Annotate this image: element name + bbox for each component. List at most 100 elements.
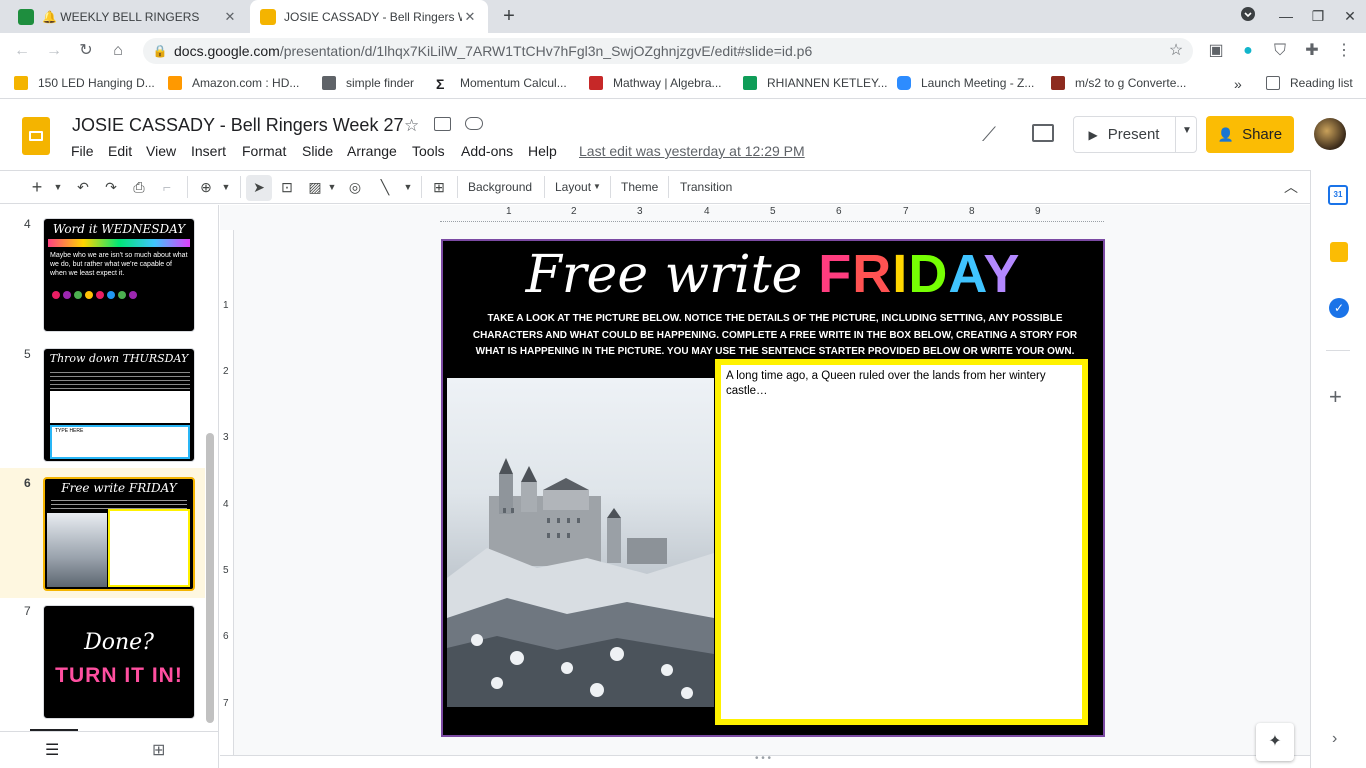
- castle-photo[interactable]: [447, 378, 714, 707]
- background-button[interactable]: Background: [468, 180, 532, 194]
- calendar-icon[interactable]: 31: [1328, 185, 1348, 205]
- line-dropdown-icon[interactable]: ▼: [402, 178, 414, 196]
- bookmark-star-icon[interactable]: ☆: [1166, 41, 1186, 61]
- menu-edit[interactable]: Edit: [108, 143, 132, 159]
- menu-tools[interactable]: Tools: [412, 143, 445, 159]
- filmstrip-scrollbar[interactable]: [206, 433, 214, 723]
- move-folder-icon[interactable]: [434, 117, 451, 131]
- free-write-text[interactable]: A long time ago, a Queen ruled over the …: [726, 369, 1076, 399]
- layout-dropdown-icon[interactable]: ▼: [592, 178, 602, 196]
- menu-arrange[interactable]: Arrange: [347, 143, 397, 159]
- keep-icon[interactable]: [1330, 242, 1348, 262]
- text-box-icon[interactable]: ⊡: [278, 178, 296, 196]
- bookmark-item[interactable]: Launch Meeting - Z...: [897, 76, 1034, 90]
- extension-icon[interactable]: ●: [1238, 41, 1258, 61]
- paint-format-icon[interactable]: ⌐: [158, 178, 176, 196]
- present-button[interactable]: ▶ Present: [1074, 117, 1174, 152]
- share-button[interactable]: 👤 Share: [1206, 116, 1294, 153]
- reload-icon[interactable]: ↻: [76, 41, 96, 61]
- bookmark-item[interactable]: Σ Momentum Calcul...: [436, 76, 567, 92]
- grid-view-icon[interactable]: ⊞: [152, 740, 165, 760]
- theme-button[interactable]: Theme: [621, 180, 658, 194]
- bookmark-item[interactable]: Mathway | Algebra...: [589, 76, 722, 90]
- close-tab-icon[interactable]: ✕: [222, 9, 238, 25]
- slides-logo-icon[interactable]: [22, 117, 50, 155]
- restore-icon[interactable]: ❐: [1308, 6, 1328, 26]
- bookmark-item[interactable]: simple finder: [322, 76, 414, 90]
- current-slide[interactable]: Free write FRIDAY TAKE A LOOK AT THE PICT…: [441, 239, 1105, 737]
- bookmark-item[interactable]: Amazon.com : HD...: [168, 76, 299, 90]
- print-icon[interactable]: ⎙: [130, 178, 148, 196]
- new-tab-plus-icon[interactable]: +: [499, 6, 519, 26]
- collapse-chevron-up-icon[interactable]: ︿: [1282, 178, 1300, 196]
- line-icon[interactable]: ╲: [376, 178, 394, 196]
- minimize-icon[interactable]: —: [1276, 6, 1296, 26]
- free-write-text-box[interactable]: A long time ago, a Queen ruled over the …: [715, 359, 1088, 725]
- zoom-dropdown-icon[interactable]: ▼: [220, 178, 232, 196]
- url-text[interactable]: docs.google.com/presentation/d/1lhqx7KiL…: [174, 43, 812, 59]
- redo-icon[interactable]: ↷: [102, 178, 120, 196]
- menu-view[interactable]: View: [146, 143, 176, 159]
- tasks-icon[interactable]: ✓: [1329, 298, 1349, 318]
- slide-thumbnail-6-selected[interactable]: Free write FRIDAY: [43, 477, 195, 591]
- tab-josie-cassady[interactable]: JOSIE CASSADY - Bell Ringers Week 27 ✕: [250, 0, 488, 33]
- avatar[interactable]: [1314, 118, 1346, 150]
- transition-button[interactable]: Transition: [680, 180, 732, 194]
- reading-list-button[interactable]: Reading list: [1266, 76, 1353, 90]
- slide-instructions[interactable]: TAKE A LOOK AT THE PICTURE BELOW. NOTICE…: [469, 311, 1081, 361]
- add-addon-plus-icon[interactable]: +: [1329, 384, 1342, 410]
- star-icon[interactable]: ☆: [404, 116, 419, 136]
- chevron-right-icon[interactable]: ›: [1332, 730, 1337, 748]
- shield-icon[interactable]: ⛉: [1270, 41, 1290, 61]
- menu-insert[interactable]: Insert: [191, 143, 226, 159]
- close-window-icon[interactable]: ✕: [1340, 6, 1360, 26]
- new-slide-plus-icon[interactable]: +: [28, 178, 46, 196]
- forward-icon[interactable]: →: [44, 41, 64, 61]
- last-edit-link[interactable]: Last edit was yesterday at 12:29 PM: [579, 143, 805, 159]
- tab-search-icon[interactable]: [1238, 6, 1258, 26]
- slide-thumbnail-7[interactable]: Done? TURN IT IN!: [43, 605, 195, 719]
- shape-icon[interactable]: ◎: [346, 178, 364, 196]
- more-bookmarks-button[interactable]: »: [1234, 76, 1242, 92]
- menu-kebab-icon[interactable]: ⋮: [1334, 41, 1354, 61]
- bookmark-item[interactable]: 150 LED Hanging D...: [14, 76, 155, 90]
- image-dropdown-icon[interactable]: ▼: [326, 178, 338, 196]
- back-icon[interactable]: ←: [12, 41, 32, 61]
- menu-slide[interactable]: Slide: [302, 143, 333, 159]
- select-cursor-icon[interactable]: ➤: [250, 178, 268, 196]
- drag-handle-icon[interactable]: • • •: [755, 753, 771, 764]
- menu-addons[interactable]: Add-ons: [461, 143, 513, 159]
- comments-icon[interactable]: [1032, 124, 1054, 142]
- zoom-icon[interactable]: ⊕: [196, 178, 216, 196]
- close-tab-icon[interactable]: ✕: [462, 9, 478, 25]
- home-icon[interactable]: ⌂: [108, 41, 128, 61]
- bookmark-item[interactable]: RHIANNEN KETLEY...: [743, 76, 887, 90]
- filmstrip-view-icon[interactable]: ☰: [45, 740, 59, 760]
- ruler-number: 6: [836, 206, 842, 217]
- explore-icon[interactable]: ✦: [1256, 723, 1294, 761]
- add-comment-icon[interactable]: ⊞: [430, 178, 448, 196]
- menu-help[interactable]: Help: [528, 143, 557, 159]
- extension-icon[interactable]: ▣: [1206, 41, 1226, 61]
- lock-icon[interactable]: 🔒: [150, 41, 170, 61]
- document-title[interactable]: JOSIE CASSADY - Bell Ringers Week 27: [72, 115, 403, 136]
- puzzle-icon[interactable]: ✚: [1302, 41, 1322, 61]
- cloud-status-icon[interactable]: [465, 117, 483, 130]
- layout-button[interactable]: Layout: [555, 180, 591, 194]
- slide-thumbnail-4[interactable]: Word it WEDNESDAY Maybe who we are isn't…: [43, 218, 195, 332]
- image-icon[interactable]: ▨: [306, 178, 324, 196]
- menu-format[interactable]: Format: [242, 143, 286, 159]
- ruler-number: 7: [223, 698, 229, 709]
- bookmark-item[interactable]: m/s2 to g Converte...: [1051, 76, 1186, 90]
- menu-file[interactable]: File: [71, 143, 94, 159]
- thumb-turn-in-text: TURN IT IN!: [55, 664, 183, 687]
- tab-weekly-bell-ringers[interactable]: 🔔 WEEKLY BELL RINGERS ✕: [8, 0, 248, 33]
- divider: [544, 176, 545, 198]
- undo-icon[interactable]: ↶: [74, 178, 92, 196]
- slide-thumbnail-5[interactable]: Throw down THURSDAY TYPE HERE: [43, 348, 195, 462]
- activity-trend-icon[interactable]: ⟋: [982, 124, 996, 147]
- new-slide-dropdown-icon[interactable]: ▼: [52, 178, 64, 196]
- slide-title[interactable]: Free write FRIDAY: [443, 243, 1103, 305]
- present-dropdown-icon[interactable]: ▼: [1177, 125, 1197, 143]
- divider: [668, 176, 669, 198]
